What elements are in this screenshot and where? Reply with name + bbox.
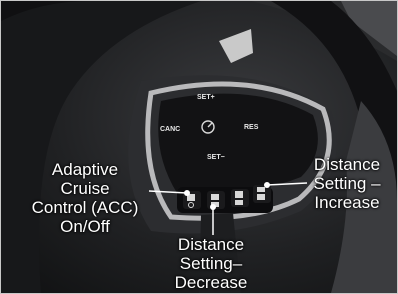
set-minus-button[interactable]: SET−: [207, 154, 225, 161]
paddle-shifter: [219, 29, 253, 63]
increase-label-line-2: Setting –: [313, 174, 381, 193]
distance-decrease-label: Distance Setting– Decrease: [161, 235, 261, 292]
decrease-label-line-2: Setting–: [179, 254, 243, 273]
res-button[interactable]: RES: [244, 124, 259, 131]
increase-callout-dot: [264, 182, 270, 188]
cruise-control-pad: [158, 93, 318, 194]
acc-label-line-1: Adaptive: [51, 160, 119, 179]
acc-onoff-label: Adaptive Cruise Control (ACC) On/Off: [15, 160, 155, 236]
acc-label-line-3: Control (ACC): [31, 198, 139, 217]
decrease-label-line-1: Distance: [177, 235, 245, 254]
increase-label-line-1: Distance: [313, 155, 381, 174]
set-plus-button[interactable]: SET+: [197, 94, 215, 101]
steering-wheel-photo-frame: SET+ CANC RES SET− Adaptive Cruise Contr…: [0, 0, 398, 294]
increase-label-line-3: Increase: [314, 193, 380, 212]
acc-callout-dot: [184, 190, 190, 196]
acc-label-line-2: Cruise: [60, 179, 110, 198]
decrease-label-line-3: Decrease: [174, 273, 248, 292]
distance-increase-label: Distance Setting – Increase: [301, 155, 393, 212]
canc-button[interactable]: CANC: [160, 126, 180, 133]
decrease-callout-dot: [210, 204, 216, 210]
acc-label-line-4: On/Off: [60, 217, 110, 236]
distance-setting-button[interactable]: [231, 189, 249, 207]
distance-decrease-button[interactable]: [207, 191, 225, 209]
